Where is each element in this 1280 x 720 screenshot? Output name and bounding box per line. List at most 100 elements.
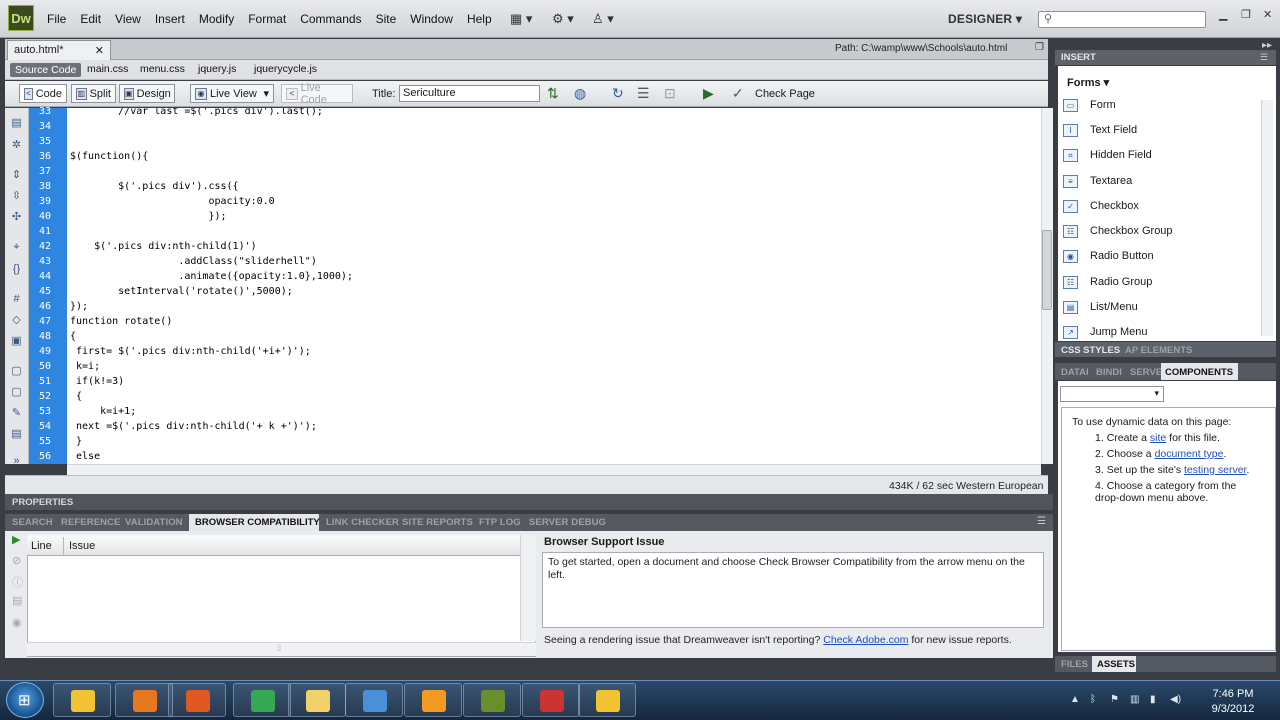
document-type-link[interactable]: document type xyxy=(1155,448,1224,460)
apply-comment-icon[interactable]: ▢ xyxy=(9,364,24,379)
insert-scrollbar[interactable] xyxy=(1261,100,1273,336)
close-icon[interactable]: ✕ xyxy=(1263,8,1272,21)
testing-server-link[interactable]: testing server xyxy=(1184,464,1246,476)
related-file-jquery[interactable]: jquery.js xyxy=(198,63,236,75)
check-page-icon[interactable]: ✓ xyxy=(732,85,744,102)
validate-icon[interactable]: ▶ xyxy=(703,85,714,102)
tab-link-checker[interactable]: LINK CHECKER xyxy=(326,517,399,528)
check-adobe-link[interactable]: Check Adobe.com xyxy=(823,634,908,646)
menu-insert[interactable]: Insert xyxy=(148,12,192,26)
run-check-icon[interactable]: ▶ xyxy=(12,533,20,546)
tab-files[interactable]: FILES xyxy=(1061,659,1088,670)
app-task[interactable] xyxy=(463,683,521,717)
more-tools-icon[interactable]: » xyxy=(9,454,24,469)
line-numbers-icon[interactable]: # xyxy=(9,292,24,307)
design-view-button[interactable]: ▣ Design xyxy=(119,84,175,103)
code-line[interactable]: $(function(){ xyxy=(70,149,148,164)
view-options-icon[interactable]: ☰ xyxy=(637,85,650,102)
fireworks-task[interactable] xyxy=(578,683,636,717)
insert-form[interactable]: ▭ Form xyxy=(1063,96,1243,114)
preview-browser-icon[interactable]: ◍ xyxy=(574,85,586,102)
code-line[interactable]: function rotate() xyxy=(70,314,172,329)
tab-server-debug[interactable]: SERVER DEBUG xyxy=(529,517,606,528)
tab-components[interactable]: COMPONENTS xyxy=(1165,367,1233,378)
tab-ftp-log[interactable]: FTP LOG xyxy=(479,517,521,528)
component-type-select[interactable]: ▾ xyxy=(1060,386,1164,402)
minimize-icon[interactable]: ▁ xyxy=(1219,8,1227,21)
code-line[interactable]: //var last =$('.pics div').last(); xyxy=(70,108,323,119)
code-line[interactable]: k=i; xyxy=(70,359,100,374)
media-player-task[interactable] xyxy=(168,683,226,717)
folder-task[interactable] xyxy=(345,683,403,717)
code-line[interactable]: } xyxy=(70,434,82,449)
insert-checkbox[interactable]: ✓ Checkbox xyxy=(1063,197,1243,215)
syntax-error-icon[interactable]: ▣ xyxy=(9,334,24,349)
tab-browser-compatibility[interactable]: BROWSER COMPATIBILITY xyxy=(195,517,320,528)
code-line[interactable]: if(k!=3) xyxy=(70,374,124,389)
issues-horizontal-scrollbar[interactable]: ⦙⦙ xyxy=(27,642,536,656)
insert-radio-group[interactable]: ☷ Radio Group xyxy=(1063,273,1243,291)
action-center-icon[interactable]: ⚑ xyxy=(1110,694,1119,705)
code-scroll-thumb[interactable] xyxy=(1042,230,1052,310)
visual-aids-icon[interactable]: ⊡ xyxy=(664,85,676,102)
open-documents-icon[interactable]: ▤ xyxy=(9,116,24,131)
insert-textarea[interactable]: ≡ Textarea xyxy=(1063,172,1243,190)
file-management-icon[interactable]: ⇅ xyxy=(547,85,559,102)
volume-icon[interactable]: ◀) xyxy=(1170,694,1181,705)
code-line[interactable]: .animate({opacity:1.0},1000); xyxy=(70,269,353,284)
insert-checkbox-group[interactable]: ☷ Checkbox Group xyxy=(1063,222,1243,240)
firefox-task[interactable] xyxy=(233,683,291,717)
menu-file[interactable]: File xyxy=(40,12,73,26)
tab-auto-html[interactable]: auto.html* ✕ xyxy=(7,40,111,60)
code-line[interactable]: }); xyxy=(70,299,88,314)
chrome-task[interactable] xyxy=(288,683,346,717)
tab-reference[interactable]: REFERENCE xyxy=(61,517,121,528)
highlight-invalid-icon[interactable]: ◇ xyxy=(9,313,24,328)
related-file-menu-css[interactable]: menu.css xyxy=(140,63,185,75)
column-divider[interactable] xyxy=(63,537,64,555)
tab-validation[interactable]: VALIDATION xyxy=(125,517,183,528)
code-line[interactable]: opacity:0.0 xyxy=(70,194,274,209)
start-button[interactable]: ⊞ xyxy=(6,682,44,718)
select-parent-tag-icon[interactable]: ⌖ xyxy=(9,240,24,255)
menu-commands[interactable]: Commands xyxy=(293,12,368,26)
wrap-tag-icon[interactable]: ✎ xyxy=(9,406,24,421)
code-line[interactable]: $('.pics div:nth-child(1)') xyxy=(70,239,257,254)
tab-ap-elements[interactable]: AP ELEMENTS xyxy=(1125,345,1192,356)
menu-help[interactable]: Help xyxy=(460,12,499,26)
restore-icon[interactable]: ❐ xyxy=(1241,8,1251,21)
tab-css-styles[interactable]: CSS STYLES xyxy=(1061,345,1120,356)
tab-site-reports[interactable]: SITE REPORTS xyxy=(402,517,473,528)
panel-options-icon[interactable]: ☰ xyxy=(1037,516,1046,527)
code-line[interactable]: setInterval('rotate()',5000); xyxy=(70,284,293,299)
properties-panel-header[interactable] xyxy=(5,494,1053,510)
menu-modify[interactable]: Modify xyxy=(192,12,241,26)
show-code-navigator-icon[interactable]: ✲ xyxy=(9,138,24,153)
split-view-button[interactable]: ▥ Split xyxy=(71,84,116,103)
menu-site[interactable]: Site xyxy=(369,12,404,26)
menu-view[interactable]: View xyxy=(108,12,148,26)
tab-bindings[interactable]: BINDI xyxy=(1096,367,1122,378)
power-icon[interactable]: ▮ xyxy=(1150,694,1156,705)
menu-window[interactable]: Window xyxy=(403,12,460,26)
code-line[interactable]: k=i+1; xyxy=(70,404,136,419)
check-page-button[interactable]: Check Page xyxy=(755,88,815,100)
column-issue[interactable]: Issue xyxy=(69,540,95,552)
code-editor[interactable]: //var last =$('.pics div').last(); $(func… xyxy=(67,108,1041,464)
related-file-jquerycycle[interactable]: jquerycycle.js xyxy=(254,63,317,75)
refresh-icon[interactable]: ↻ xyxy=(612,85,624,102)
code-line[interactable]: $('.pics div').css({ xyxy=(70,179,238,194)
code-line[interactable]: { xyxy=(70,329,76,344)
workspace-switcher[interactable]: DESIGNER ▾ xyxy=(948,12,1022,26)
bluetooth-icon[interactable]: ᛒ xyxy=(1090,694,1096,705)
dreamweaver-task[interactable] xyxy=(522,683,580,717)
code-horizontal-scrollbar[interactable] xyxy=(67,464,1041,475)
insert-hidden-field[interactable]: ⌗ Hidden Field xyxy=(1063,146,1243,164)
tab-server-behaviors[interactable]: SERVE xyxy=(1130,367,1162,378)
tab-search[interactable]: SEARCH xyxy=(12,517,53,528)
recent-snippets-icon[interactable]: ▤ xyxy=(9,427,24,442)
insert-radio-button[interactable]: ◉ Radio Button xyxy=(1063,247,1243,265)
code-view-button[interactable]: < Code xyxy=(19,84,67,103)
collapse-tag-icon[interactable]: ⇕ xyxy=(9,168,24,183)
site-icon[interactable]: ♙ ▾ xyxy=(592,10,614,28)
